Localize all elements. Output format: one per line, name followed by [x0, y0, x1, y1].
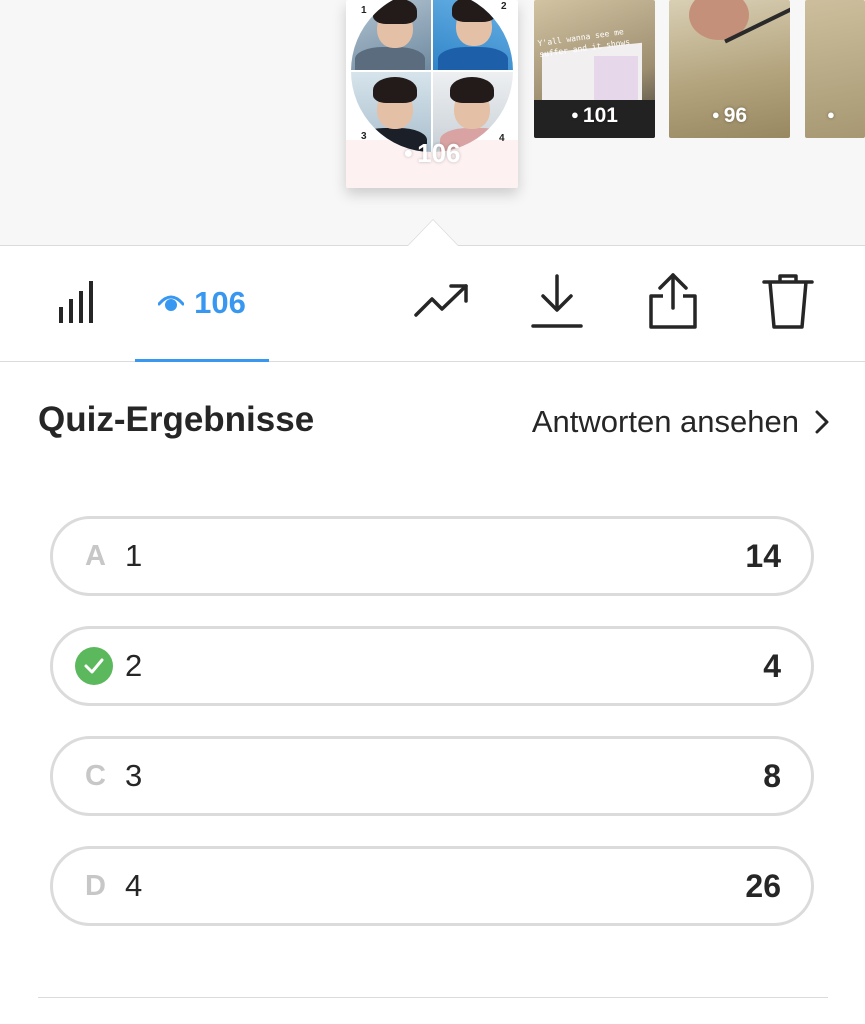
quiz-option-c: C 3 8: [50, 736, 814, 816]
story-thumbnail-3[interactable]: ● 96: [669, 0, 790, 138]
photo-collage: [351, 0, 513, 152]
story-view-count: ● 96: [669, 104, 790, 128]
option-count: 14: [745, 538, 781, 574]
selection-pointer: [407, 219, 459, 246]
option-label: 3: [125, 758, 143, 793]
eye-icon: [158, 295, 185, 311]
option-label: 4: [125, 868, 143, 903]
eye-icon: ●: [403, 145, 414, 162]
option-letter: D: [85, 870, 106, 902]
story-view-count: ●: [805, 104, 865, 128]
see-answers-link[interactable]: Antworten ansehen: [532, 404, 829, 440]
viewers-count: 106: [194, 284, 246, 320]
option-count: 8: [763, 758, 781, 794]
story-view-count-value: 96: [723, 104, 748, 127]
option-letter: A: [85, 540, 106, 572]
story-thumbnail-2[interactable]: Y'all wanna see me suffer and it shows ●…: [534, 0, 655, 138]
story-view-count-value: 101: [582, 104, 618, 127]
option-count: 4: [763, 648, 781, 684]
option-letter: C: [85, 760, 106, 792]
eye-icon: ●: [711, 107, 720, 122]
trending-up-icon: [414, 284, 468, 317]
chevron-right-icon: [815, 410, 829, 434]
quiz-option-b: 2 4: [50, 626, 814, 706]
quiz-header: Quiz-Ergebnisse Antworten ansehen: [0, 362, 865, 472]
download-icon: [531, 274, 583, 328]
story-thumbnail-selected[interactable]: 1 2 3 4 ● 106: [346, 0, 518, 188]
tile-number-1: 1: [361, 5, 367, 16]
quiz-title: Quiz-Ergebnisse: [38, 400, 315, 439]
promote-button[interactable]: [412, 274, 472, 328]
share-button[interactable]: [645, 273, 701, 329]
story-view-count: ● 106: [346, 138, 518, 169]
divider: [38, 997, 828, 998]
delete-button[interactable]: [760, 274, 816, 329]
eye-icon: ●: [827, 107, 835, 122]
option-label: 1: [125, 538, 143, 573]
quiz-option-d: D 4 26: [50, 846, 814, 926]
download-button[interactable]: [530, 274, 584, 328]
tab-viewers[interactable]: 106: [135, 246, 269, 362]
story-strip: 1 2 3 4 ● 106 Y'all wanna see me suffer a…: [0, 0, 865, 246]
quiz-option-a: A 1 14: [50, 516, 814, 596]
option-count: 26: [745, 868, 781, 904]
insights-toolbar: 106: [0, 246, 865, 362]
insights-bar-chart-button[interactable]: [52, 274, 102, 328]
trash-icon: [762, 274, 814, 329]
eye-icon: ●: [571, 107, 579, 122]
tile-number-2: 2: [501, 1, 507, 12]
bar-chart-icon: [59, 281, 93, 323]
option-label: 2: [125, 648, 143, 683]
story-thumbnail-4[interactable]: ●: [805, 0, 865, 138]
quiz-options: A 1 14 2 4 C 3 8 D 4 26: [50, 516, 814, 956]
see-answers-label: Antworten ansehen: [531, 404, 799, 439]
share-icon: [649, 273, 697, 329]
story-view-count-value: 106: [417, 138, 461, 168]
story-view-count: ● 101: [534, 104, 655, 128]
correct-check-icon: [75, 647, 113, 685]
